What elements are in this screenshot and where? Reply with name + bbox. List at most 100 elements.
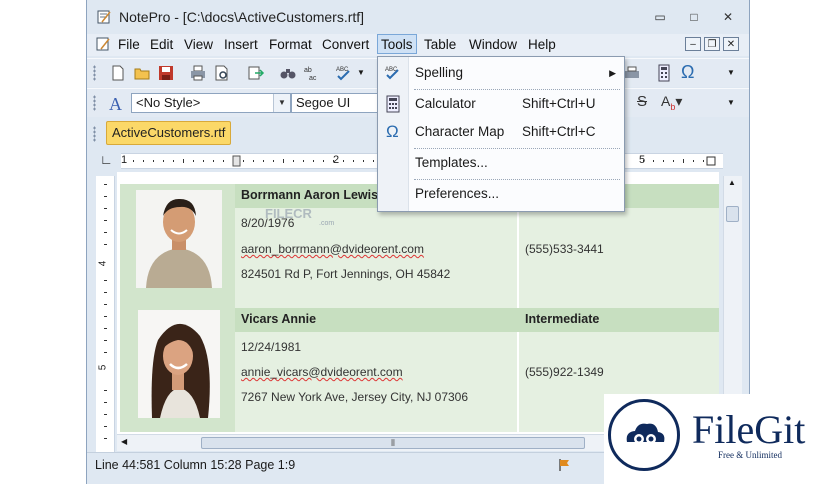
menu-table[interactable]: Table — [424, 37, 456, 52]
menu-item-character-map[interactable]: Ω Character Map Shift+Ctrl+C — [378, 118, 624, 146]
calculator-icon — [386, 95, 400, 113]
format-toolbar-grip[interactable] — [93, 95, 96, 111]
scroll-up-icon[interactable]: ▲ — [728, 178, 736, 187]
minimize-button[interactable]: ▭ — [651, 8, 669, 26]
tab-active-customers[interactable]: ActiveCustomers.rtf — [106, 121, 232, 145]
omega-icon: Ω — [386, 122, 399, 141]
svg-text:A: A — [109, 94, 122, 113]
spellcheck-icon[interactable]: ABC — [335, 64, 353, 82]
menu-item-spelling[interactable]: ABC Spelling ▶ — [378, 59, 624, 87]
vertical-scroll-thumb[interactable] — [726, 206, 739, 222]
menu-format[interactable]: Format — [269, 37, 312, 52]
style-combo-value: <No Style> — [136, 95, 201, 110]
menu-view[interactable]: View — [184, 37, 213, 52]
svg-text:ac: ac — [309, 75, 317, 82]
spellcheck-dropdown-icon[interactable]: ▼ — [357, 68, 365, 77]
window-title: NotePro - [C:\docs\ActiveCustomers.rtf] — [119, 9, 365, 25]
photo-cell — [120, 184, 235, 308]
mdi-close-button[interactable]: ✕ — [723, 37, 739, 51]
horizontal-scroll-thumb[interactable]: ⦀ — [201, 437, 585, 449]
customer-address: 7267 New York Ave, Jersey City, NJ 07306 — [241, 390, 469, 404]
customer-email: aaron_borrmann@dvideorent.com — [241, 242, 424, 256]
print-icon[interactable] — [189, 64, 207, 82]
menu-item-label: Calculator — [415, 96, 476, 111]
menu-tools[interactable]: Tools — [377, 34, 417, 54]
customer-name: Vicars Annie — [241, 312, 317, 326]
printer-icon[interactable] — [623, 64, 641, 82]
svg-text:ab: ab — [304, 67, 312, 74]
menu-bar: File Edit View Insert Format Convert Too… — [87, 34, 749, 56]
menu-item-label: Spelling — [415, 65, 464, 80]
tools-dropdown-menu: ABC Spelling ▶ Calculator Shift+Ctrl+U Ω… — [377, 56, 625, 212]
tabbar-grip — [93, 126, 96, 142]
customer-email: annie_vicars@dvideorent.com — [241, 365, 403, 379]
new-file-icon[interactable] — [109, 64, 127, 82]
filegit-tagline: Free & Unlimited — [718, 450, 782, 460]
customer-phone: (555)533-3441 — [525, 242, 604, 256]
toolbar-overflow-icon[interactable]: ▼ — [727, 68, 735, 77]
print-preview-icon[interactable] — [213, 64, 231, 82]
mdi-restore-button[interactable]: ❐ — [704, 37, 720, 51]
open-folder-icon[interactable] — [133, 64, 151, 82]
title-bar: NotePro - [C:\docs\ActiveCustomers.rtf] … — [87, 0, 749, 34]
record-level-bar: Intermediate — [519, 308, 719, 332]
toolbar-grip[interactable] — [93, 65, 96, 81]
record-details-cell: 8/20/1976 aaron_borrmann@dvideorent.com … — [235, 208, 517, 308]
scroll-left-icon[interactable]: ◀ — [121, 437, 127, 446]
find-icon[interactable] — [279, 64, 297, 82]
ruler-mark-1: 1 — [121, 154, 128, 166]
vertical-ruler-ticks — [104, 184, 107, 439]
customer-name: Borrmann Aaron Lewis — [241, 188, 379, 202]
customer-phone: (555)922-1349 — [525, 365, 604, 379]
photo-cell — [120, 308, 235, 432]
filecr-watermark: FILECR — [265, 206, 312, 221]
flag-icon[interactable] — [557, 458, 571, 472]
record-name-bar: Vicars Annie — [235, 308, 519, 332]
menu-file[interactable]: File — [118, 37, 140, 52]
filecr-watermark-sub: .com — [319, 220, 335, 227]
font-combo-value: Segoe UI — [296, 95, 351, 110]
document-icon — [96, 37, 110, 51]
menu-item-label: Templates... — [415, 155, 488, 170]
menu-item-shortcut: Shift+Ctrl+U — [522, 96, 596, 111]
menu-item-label: Preferences... — [415, 186, 500, 201]
menu-item-calculator[interactable]: Calculator Shift+Ctrl+U — [378, 90, 624, 118]
menu-insert[interactable]: Insert — [224, 37, 258, 52]
notepad-icon — [97, 10, 111, 24]
font-color-icon[interactable]: Ab▾ — [661, 93, 682, 112]
record-details-cell: 12/24/1981 annie_vicars@dvideorent.com 7… — [235, 332, 517, 432]
menu-item-shortcut: Shift+Ctrl+C — [522, 124, 596, 139]
chevron-down-icon[interactable]: ▼ — [273, 94, 290, 112]
format-toolbar-overflow-icon[interactable]: ▼ — [727, 98, 735, 107]
strikethrough-icon[interactable]: S — [637, 93, 647, 110]
menu-window[interactable]: Window — [469, 37, 517, 52]
menu-item-label: Character Map — [415, 124, 505, 139]
customer-photo — [138, 310, 220, 418]
save-icon[interactable] — [157, 64, 175, 82]
customer-level: Intermediate — [525, 312, 600, 326]
export-icon[interactable] — [247, 64, 265, 82]
vruler-mark-4: 4 — [97, 260, 109, 267]
mdi-minimize-button[interactable]: – — [685, 37, 701, 51]
style-icon[interactable]: A — [107, 93, 127, 113]
ruler-mark-2: 2 — [333, 154, 340, 166]
filegit-brand: FileGit — [692, 407, 806, 452]
menu-edit[interactable]: Edit — [150, 37, 173, 52]
calculator-toolbar-icon[interactable] — [655, 64, 673, 82]
ruler-mark-5: 5 — [639, 154, 646, 166]
menu-convert[interactable]: Convert — [322, 37, 369, 52]
customer-date: 12/24/1981 — [241, 340, 302, 354]
tab-stop-icon[interactable]: ∟ — [100, 152, 113, 167]
filegit-watermark: FileGit Free & Unlimited — [604, 394, 836, 484]
status-position: Line 44:581 Column 15:28 Page 1:9 — [95, 458, 296, 472]
menu-item-preferences[interactable]: Preferences... — [378, 180, 624, 208]
style-combo[interactable]: <No Style> ▼ — [131, 93, 291, 113]
customer-photo — [136, 190, 222, 288]
character-map-toolbar-icon[interactable]: Ω — [681, 62, 694, 83]
close-button[interactable]: ✕ — [719, 8, 737, 26]
replace-icon[interactable]: abac — [303, 64, 321, 82]
menu-help[interactable]: Help — [528, 37, 556, 52]
menu-item-templates[interactable]: Templates... — [378, 149, 624, 177]
record-phone-cell: (555)533-3441 — [519, 208, 719, 308]
maximize-button[interactable]: □ — [685, 8, 703, 26]
